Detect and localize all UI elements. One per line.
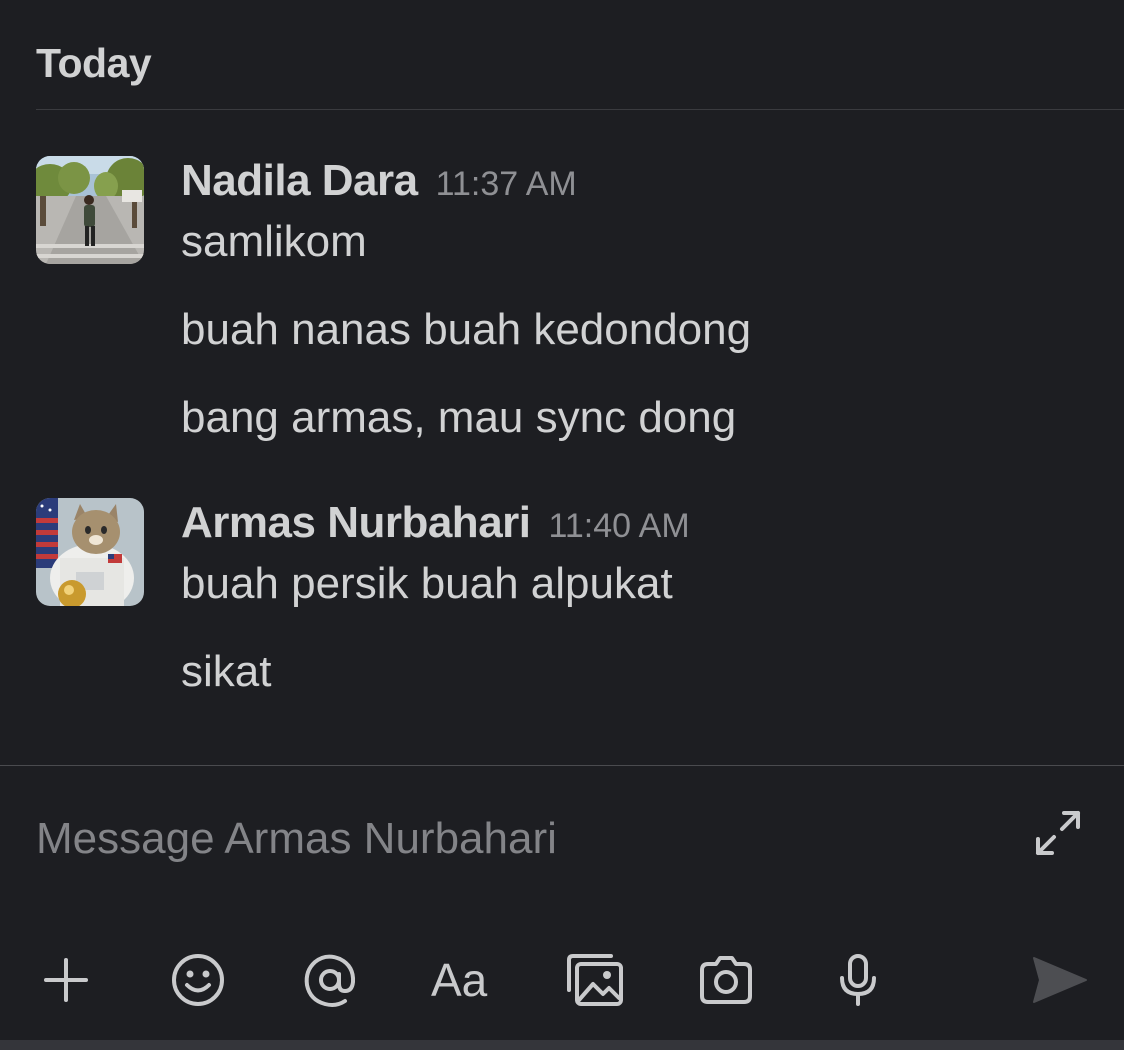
format-icon[interactable]: Aa — [431, 950, 487, 1010]
message-text[interactable]: buah nanas buah kedondong — [181, 304, 1104, 356]
plus-icon[interactable] — [36, 950, 96, 1010]
expand-icon[interactable] — [1028, 803, 1088, 863]
day-divider — [36, 109, 1124, 110]
message-timestamp[interactable]: 11:40 AM — [549, 507, 690, 546]
camera-icon[interactable] — [696, 950, 756, 1010]
home-indicator-bar — [0, 1040, 1124, 1050]
message-group: Armas Nurbahari 11:40 AM buah persik bua… — [181, 498, 1104, 734]
message-text[interactable]: buah persik buah alpukat — [181, 558, 1104, 610]
microphone-icon[interactable] — [828, 950, 888, 1010]
emoji-icon[interactable] — [168, 950, 228, 1010]
avatar-photo-street — [36, 156, 144, 264]
sender-name[interactable]: Nadila Dara — [181, 156, 418, 206]
message-text[interactable]: sikat — [181, 646, 1104, 698]
message-group: Nadila Dara 11:37 AM samlikom buah nanas… — [181, 156, 1104, 480]
chat-screen: Today Nadila Dara 11:37 AM samlikom buah… — [0, 0, 1124, 1050]
day-header: Today — [36, 40, 152, 86]
avatar[interactable] — [36, 156, 144, 264]
message-timestamp[interactable]: 11:37 AM — [436, 165, 577, 204]
composer-divider — [0, 765, 1124, 766]
message-text[interactable]: bang armas, mau sync dong — [181, 392, 1104, 444]
sender-name[interactable]: Armas Nurbahari — [181, 498, 531, 548]
gallery-icon[interactable] — [565, 950, 625, 1010]
avatar-astronaut-cat — [36, 498, 144, 606]
mention-icon[interactable] — [300, 950, 360, 1010]
send-icon[interactable] — [1030, 950, 1090, 1010]
message-input[interactable] — [36, 814, 996, 864]
message-text[interactable]: samlikom — [181, 216, 1104, 268]
avatar[interactable] — [36, 498, 144, 606]
